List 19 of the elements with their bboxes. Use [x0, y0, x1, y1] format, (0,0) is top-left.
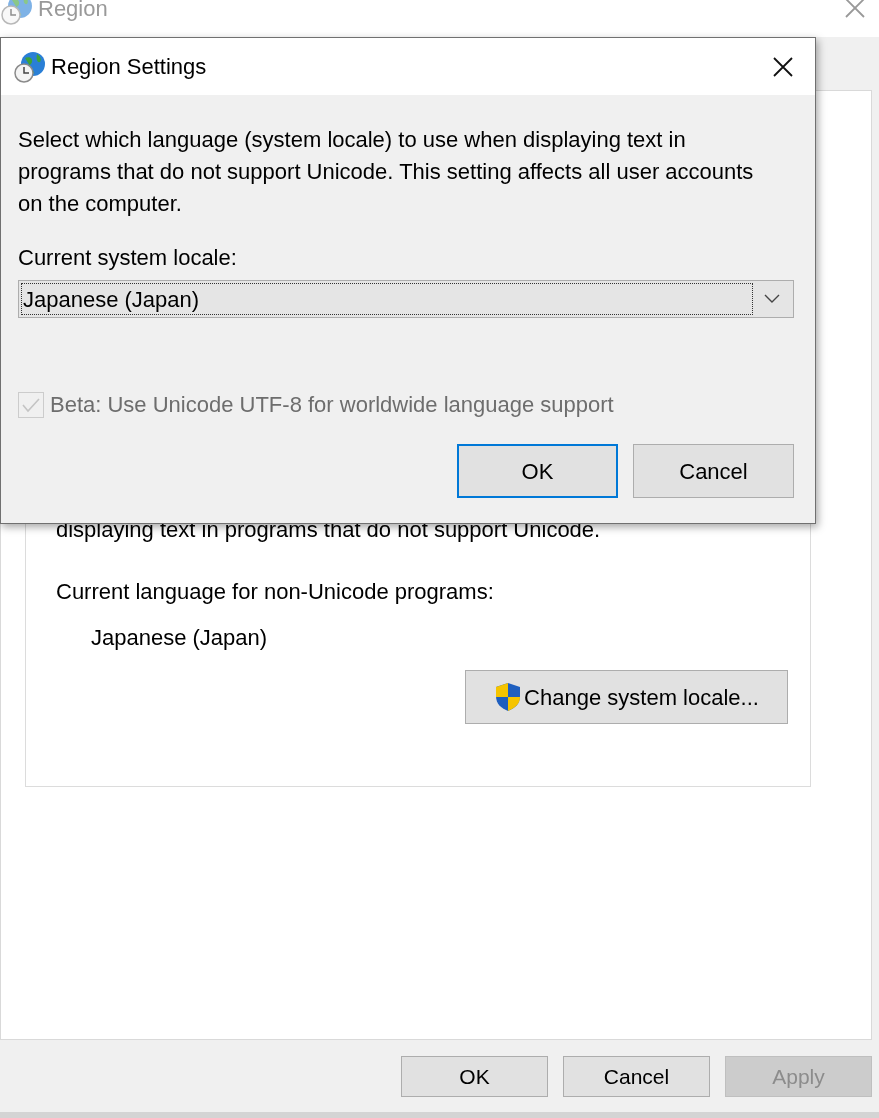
- chevron-down-icon: [764, 294, 780, 304]
- window-title: Region: [38, 0, 108, 22]
- description-text: Select which language (system locale) to use when displaying text in programs that do not support Unicode. This setting affects all user accounts on the computer.: [18, 126, 755, 218]
- shield-icon: [494, 682, 523, 712]
- dialog-button[interactable]: OK: [457, 444, 618, 498]
- close-icon[interactable]: [773, 56, 793, 77]
- locale-dropdown[interactable]: Japanese (Japan): [18, 280, 794, 318]
- globe-clock-icon: [13, 49, 47, 84]
- current-language-label: Current language for non-Unicode programs:: [56, 578, 495, 606]
- current-language-value: Japanese (Japan): [91, 624, 269, 652]
- change-locale-button[interactable]: Change system locale...: [465, 670, 788, 724]
- globe-clock-icon: [0, 0, 34, 26]
- dialog-title: Region Settings: [51, 53, 207, 81]
- footer-button[interactable]: OK: [401, 1056, 548, 1097]
- dialog-button[interactable]: Cancel: [633, 444, 794, 498]
- partial-text: displaying text in programs that do not support Unicode.: [56, 516, 602, 544]
- footer-button[interactable]: Cancel: [563, 1056, 710, 1097]
- locale-label: Current system locale:: [18, 244, 238, 272]
- checkbox-label: Beta: Use Unicode UTF-8 for worldwide language support: [50, 391, 614, 419]
